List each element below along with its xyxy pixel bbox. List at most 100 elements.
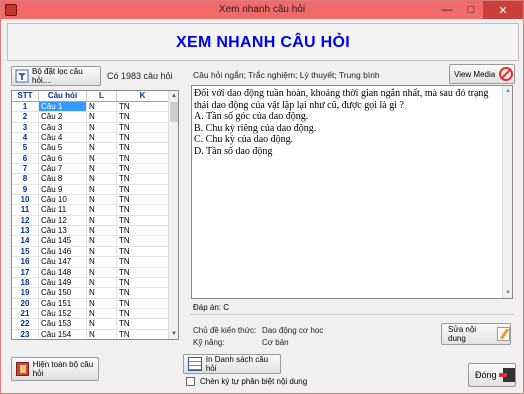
table-row[interactable]: 16 Câu 147 N TN xyxy=(12,257,169,268)
table-cell: TN xyxy=(117,298,169,308)
table-cell: Câu 148 xyxy=(39,267,87,277)
column-header: STT xyxy=(12,91,39,101)
table-cell: N xyxy=(87,226,117,236)
scroll-down-icon[interactable]: ▼ xyxy=(503,288,513,298)
table-cell: Câu 147 xyxy=(39,257,87,267)
edit-content-label: Sửa nội dung xyxy=(448,325,477,343)
answer-option: B. Chu kỳ riêng của dao động. xyxy=(194,122,317,134)
table-row[interactable]: 5 Câu 5 N TN xyxy=(12,143,169,154)
edit-content-button[interactable]: Sửa nội dung xyxy=(441,323,511,345)
table-cell: 5 xyxy=(12,143,39,153)
table-cell: 15 xyxy=(12,246,39,257)
question-content[interactable]: Đối với dao động tuần hoàn, khoảng thời … xyxy=(191,85,513,299)
answer-key: Đáp án: C xyxy=(193,303,230,312)
table-cell: Câu 3 xyxy=(39,122,87,133)
table-cell: TN xyxy=(117,329,169,339)
table-row[interactable]: 23 Câu 154 N TN xyxy=(12,329,169,339)
table-cell: N xyxy=(87,319,117,329)
table-row[interactable]: 1 Câu 1 N TN xyxy=(12,102,169,113)
close-button[interactable]: Đóng xyxy=(468,363,516,387)
table-cell: N xyxy=(87,288,117,298)
header-panel: XEM NHANH CÂU HỎI xyxy=(7,23,519,61)
distinguish-checkbox[interactable] xyxy=(186,377,195,386)
table-cell: Câu 145 xyxy=(39,236,87,246)
table-body: 1 Câu 1 N TN 2 Câu 2 N TN 3 Câu 3 N TN 4 Câu 4 N TN 5 Câu… xyxy=(12,102,169,339)
print-list-button[interactable]: In Danh sách câu hỏi xyxy=(183,354,281,374)
table-cell: TN xyxy=(117,102,169,112)
scroll-down-icon[interactable]: ▼ xyxy=(169,329,178,339)
table-row[interactable]: 21 Câu 152 N TN xyxy=(12,308,169,320)
table-cell: N xyxy=(87,308,117,319)
minimize-button[interactable]: — xyxy=(435,1,459,19)
table-cell: 21 xyxy=(12,308,39,319)
scroll-thumb[interactable] xyxy=(170,102,178,122)
table-cell: TN xyxy=(117,236,169,246)
table-cell: N xyxy=(87,236,117,246)
table-cell: N xyxy=(87,205,117,215)
table-row[interactable]: 4 Câu 4 N TN xyxy=(12,133,169,144)
column-header: K xyxy=(117,91,169,101)
table-row[interactable]: 7 Câu 7 N TN xyxy=(12,164,169,175)
view-media-button[interactable]: View Media xyxy=(449,64,515,84)
table-row[interactable]: 19 Câu 150 N TN xyxy=(12,288,169,299)
table-cell: TN xyxy=(117,112,169,122)
table-cell: 13 xyxy=(12,226,39,236)
close-icon: ✕ xyxy=(498,4,508,17)
close-button-label: Đóng xyxy=(475,370,497,380)
table-row[interactable]: 15 Câu 146 N TN xyxy=(12,246,169,258)
table-cell: Câu 11 xyxy=(39,205,87,215)
content-scrollbar[interactable]: ▲ ▼ xyxy=(502,86,512,298)
table-cell: 16 xyxy=(12,257,39,267)
maximize-button[interactable]: □ xyxy=(459,1,483,19)
table-cell: TN xyxy=(117,164,169,174)
scroll-up-icon[interactable]: ▲ xyxy=(169,91,178,101)
table-cell: Câu 7 xyxy=(39,164,87,174)
table-row[interactable]: 20 Câu 151 N TN xyxy=(12,298,169,309)
table-scrollbar[interactable]: ▲ ▼ xyxy=(168,91,178,339)
filter-button[interactable]: Bộ đặt lọc câu hỏi.... xyxy=(11,66,101,86)
table-row[interactable]: 8 Câu 8 N TN xyxy=(12,174,169,185)
table-cell: N xyxy=(87,277,117,288)
table-row[interactable]: 22 Câu 153 N TN xyxy=(12,319,169,330)
divider xyxy=(189,314,515,315)
maximize-icon: □ xyxy=(467,4,475,16)
topic-value: Dao động cơ học xyxy=(262,326,324,335)
view-media-label: View Media xyxy=(454,69,496,79)
filter-button-label: Bộ đặt lọc câu hỏi.... xyxy=(32,67,83,85)
table-row[interactable]: 6 Câu 6 N TN xyxy=(12,153,169,165)
table-row[interactable]: 18 Câu 149 N TN xyxy=(12,277,169,289)
pencil-icon xyxy=(497,327,510,341)
table-cell: Câu 4 xyxy=(39,133,87,143)
table-cell: N xyxy=(87,257,117,267)
table-cell: TN xyxy=(117,153,169,164)
table-row[interactable]: 12 Câu 12 N TN xyxy=(12,215,169,227)
table-row[interactable]: 10 Câu 10 N TN xyxy=(12,195,169,206)
table-cell: Câu 1 xyxy=(39,102,87,112)
question-table[interactable]: STT Câu hỏi L K 1 Câu 1 N TN 2 Câu 2 N TN 3 Câu 3… xyxy=(11,90,179,340)
table-row[interactable]: 3 Câu 3 N TN xyxy=(12,122,169,134)
distinguish-checkbox-row[interactable]: Chèn ký tự phân biệt nội dung xyxy=(186,377,307,386)
question-count: Có 1983 câu hỏi xyxy=(107,71,173,81)
table-cell: TN xyxy=(117,308,169,319)
table-cell: Câu 10 xyxy=(39,195,87,205)
table-cell: 4 xyxy=(12,133,39,143)
table-row[interactable]: 11 Câu 11 N TN xyxy=(12,205,169,216)
table-row[interactable]: 17 Câu 148 N TN xyxy=(12,267,169,278)
table-cell: 12 xyxy=(12,215,39,226)
close-window-button[interactable]: ✕ xyxy=(483,1,523,19)
show-all-button[interactable]: Hiện toàn bộ câu hỏi xyxy=(11,357,99,381)
table-row[interactable]: 13 Câu 13 N TN xyxy=(12,226,169,237)
answer-option: C. Chu kỳ của dao động. xyxy=(194,134,294,145)
table-cell: TN xyxy=(117,205,169,215)
table-cell: 20 xyxy=(12,298,39,308)
table-cell: Câu 153 xyxy=(39,319,87,329)
table-cell: TN xyxy=(117,267,169,277)
table-cell: 6 xyxy=(12,153,39,164)
table-row[interactable]: 2 Câu 2 N TN xyxy=(12,112,169,123)
table-row[interactable]: 14 Câu 145 N TN xyxy=(12,236,169,247)
column-header: Câu hỏi xyxy=(39,91,87,101)
table-cell: TN xyxy=(117,288,169,298)
table-cell: TN xyxy=(117,277,169,288)
scroll-up-icon[interactable]: ▲ xyxy=(503,86,513,96)
table-row[interactable]: 9 Câu 9 N TN xyxy=(12,184,169,196)
